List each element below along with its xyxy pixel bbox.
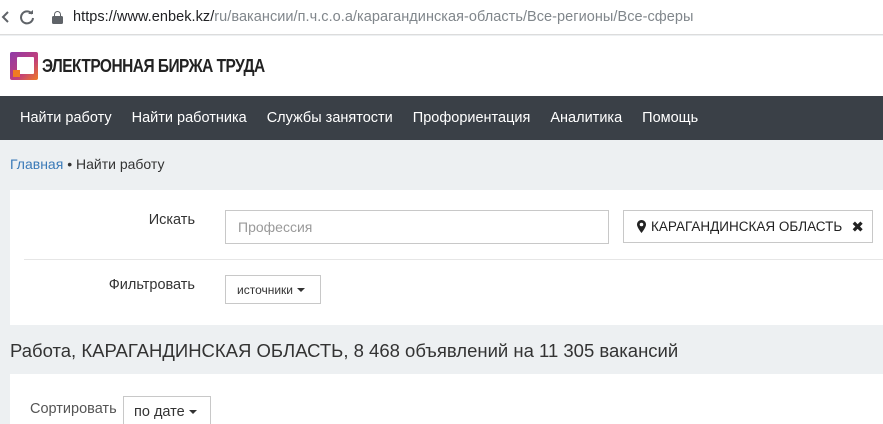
sort-panel: Сортировать по дате [10,374,883,424]
region-value: КАРАГАНДИНСКАЯ ОБЛАСТЬ [651,219,843,234]
chevron-down-icon [188,409,197,414]
nav-item-employment-services[interactable]: Службы занятости [267,110,393,126]
results-title: Работа, КАРАГАНДИНСКАЯ ОБЛАСТЬ, 8 468 об… [10,340,679,361]
breadcrumb-separator: • [67,156,73,172]
breadcrumb: Главная • Найти работу [10,156,164,172]
breadcrumb-current: Найти работу [75,156,165,172]
close-icon[interactable]: ✖ [851,218,864,236]
map-pin-icon [637,220,646,233]
nav-item-career-guidance[interactable]: Профориентация [413,110,531,126]
logo-text: ЭЛЕКТРОННАЯ БИРЖА ТРУДА [42,55,265,76]
logo-mark-icon [10,52,38,80]
sort-dropdown-label: по дате [134,403,185,420]
url-host: https://www.enbek.kz/ [73,9,215,25]
reload-icon[interactable] [16,6,38,28]
nav-item-find-job[interactable]: Найти работу [20,110,112,126]
site-header: ЭЛЕКТРОННАЯ БИРЖА ТРУДА [0,36,883,96]
lock-icon [52,10,63,24]
profession-input[interactable] [225,210,609,244]
sort-label: Сортировать [30,401,117,417]
back-arrow-icon[interactable] [0,6,12,28]
search-label: Искать [148,212,195,228]
sources-dropdown-label: источники [237,282,294,297]
sort-dropdown-button[interactable]: по дате [123,396,211,424]
region-selector[interactable]: КАРАГАНДИНСКАЯ ОБЛАСТЬ ✖ [623,210,873,243]
search-panel: Искать КАРАГАНДИНСКАЯ ОБЛАСТЬ ✖ Фильтров… [10,190,883,325]
url-path: ru/вакансии/п.ч.с.о.а/карагандинская-обл… [214,9,694,25]
site-logo[interactable]: ЭЛЕКТРОННАЯ БИРЖА ТРУДА [10,52,301,80]
breadcrumb-home-link[interactable]: Главная [10,156,63,172]
main-nav: Найти работу Найти работника Службы заня… [0,96,883,140]
url-field[interactable]: https://www.enbek.kz/ru/вакансии/п.ч.с.о… [52,9,693,25]
browser-address-bar: https://www.enbek.kz/ru/вакансии/п.ч.с.о… [0,0,883,35]
nav-item-find-employee[interactable]: Найти работника [132,110,247,126]
nav-item-analytics[interactable]: Аналитика [550,110,622,126]
chevron-down-icon [297,287,306,292]
filter-label: Фильтровать [108,277,195,293]
sources-dropdown-button[interactable]: источники [225,275,321,304]
nav-item-help[interactable]: Помощь [642,110,698,126]
divider [24,259,883,260]
